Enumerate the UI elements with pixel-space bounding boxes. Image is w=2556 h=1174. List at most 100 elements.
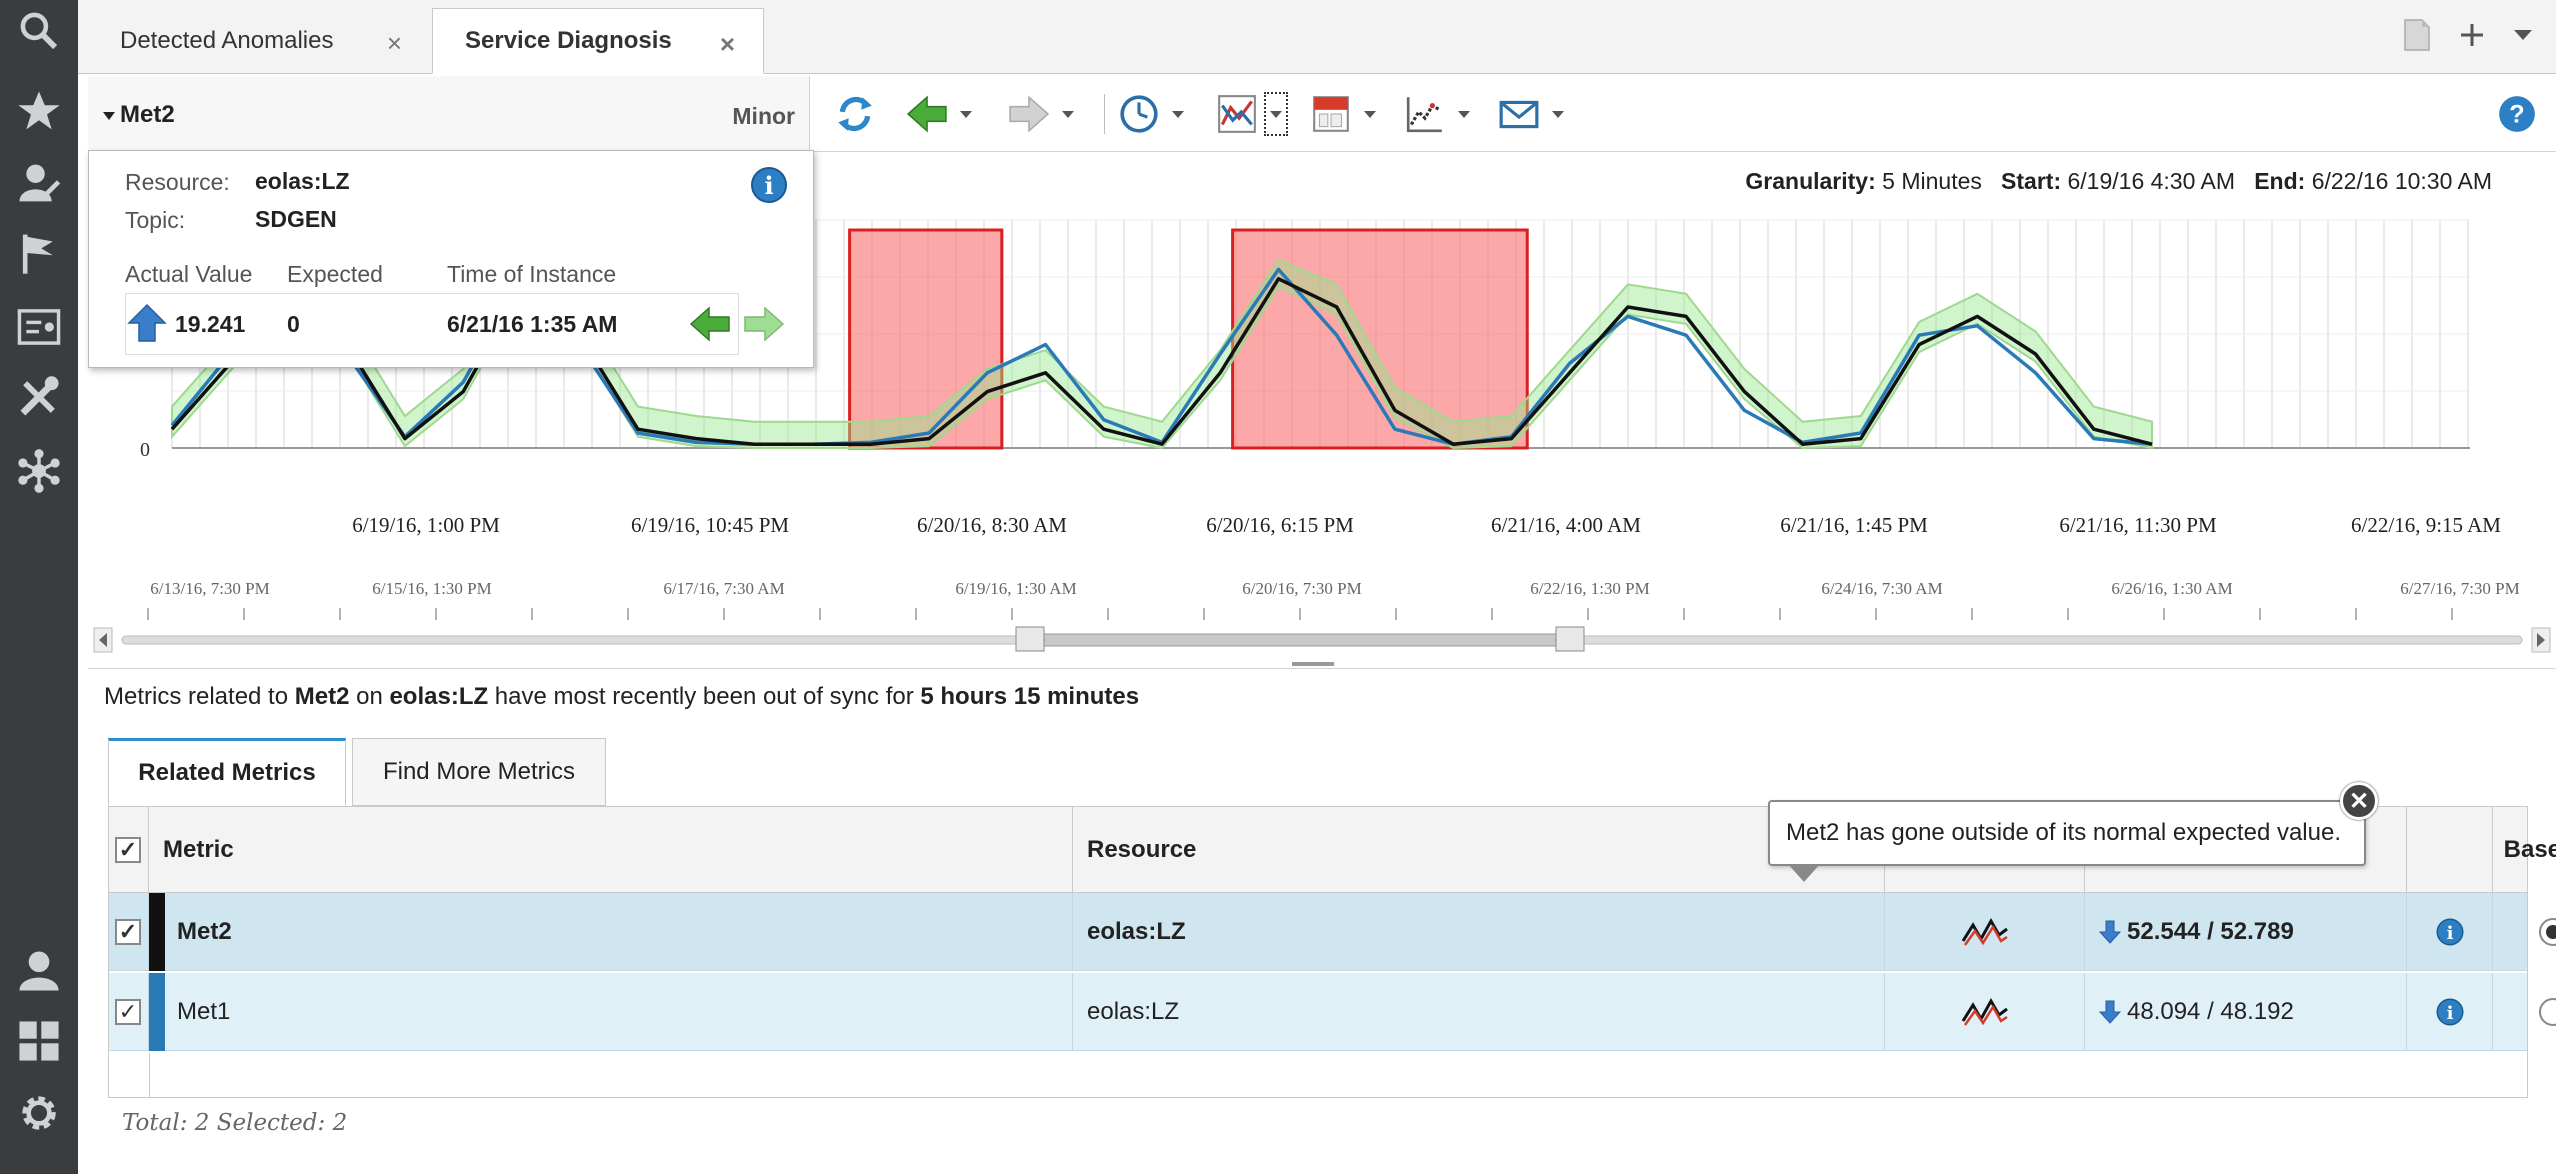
baseline-cell	[2493, 893, 2556, 971]
tab-detected-anomalies[interactable]: Detected Anomalies ×	[78, 8, 430, 74]
baseline-column-header[interactable]: Baseline	[2493, 807, 2556, 893]
sync-text: on	[349, 683, 390, 710]
user-edit-icon[interactable]	[0, 152, 78, 214]
anomaly-sparkline-icon[interactable]	[1961, 915, 2009, 949]
flag-icon[interactable]	[0, 222, 78, 284]
tab-related-metrics[interactable]: Related Metrics	[108, 738, 346, 806]
metric-values: 48.094 / 48.192	[2127, 998, 2294, 1025]
back-button[interactable]	[906, 90, 972, 138]
splitter[interactable]	[88, 668, 2556, 669]
svg-text:i: i	[2446, 1003, 2453, 1024]
tab-strip: Detected Anomalies × Service Diagnosis ×	[78, 0, 2556, 74]
chevron-down-icon[interactable]	[1458, 110, 1470, 118]
baseline-radio[interactable]	[2539, 918, 2556, 946]
export-csv-button[interactable]	[1310, 90, 1376, 138]
dashboard-icon[interactable]	[0, 296, 78, 358]
chevron-down-icon[interactable]	[1062, 110, 1074, 118]
resource-value: eolas:LZ	[255, 168, 350, 194]
table-row[interactable]: ✓ Met2 eolas:LZ 52.544 / 52.789 i	[109, 893, 2556, 971]
tab-label: Service Diagnosis	[465, 27, 672, 54]
tab-label: Detected Anomalies	[120, 27, 334, 54]
close-icon[interactable]: ×	[720, 29, 735, 60]
grid-icon[interactable]	[0, 1010, 78, 1072]
x-tick-label: 6/24/16, 7:30 AM	[1821, 579, 1942, 598]
table-row[interactable]: ✓ Met1 eolas:LZ 48.094 / 48.192 i	[109, 973, 2556, 1051]
anomaly-tooltip: Met2 has gone outside of its normal expe…	[1768, 782, 2378, 882]
row-checkbox[interactable]: ✓	[115, 999, 141, 1025]
metric-header[interactable]: Met2 Minor	[88, 76, 810, 152]
chevron-down-icon[interactable]	[1552, 110, 1564, 118]
x-tick-label: 6/22/16, 9:15 AM	[2351, 513, 2501, 537]
metric-column-header[interactable]: Metric	[149, 807, 1073, 893]
expected-label: Expected	[287, 261, 383, 287]
refresh-button[interactable]	[834, 90, 876, 138]
network-icon[interactable]	[0, 440, 78, 502]
toolbar: Met2 Minor ?	[88, 76, 2556, 152]
severity-label: Minor	[732, 103, 795, 129]
trend-chart-icon	[1406, 97, 1442, 133]
metric-cell: Met1	[149, 973, 1073, 1051]
gear-icon[interactable]	[0, 1082, 78, 1144]
user-icon[interactable]	[0, 940, 78, 1002]
close-icon[interactable]: ×	[387, 28, 402, 59]
chevron-down-icon[interactable]	[1172, 110, 1184, 118]
sparkline-cell	[1885, 973, 2085, 1051]
x-tick-label: 6/20/16, 6:15 PM	[1206, 513, 1354, 537]
forward-button[interactable]	[1008, 90, 1074, 138]
x-tick-label: 6/17/16, 7:30 AM	[663, 579, 784, 598]
previous-instance-icon[interactable]	[689, 305, 731, 349]
search-icon[interactable]	[0, 0, 78, 62]
plus-icon[interactable]	[2458, 21, 2486, 54]
x-tick-label: 6/20/16, 8:30 AM	[917, 513, 1067, 537]
x-tick-label: 6/13/16, 7:30 PM	[150, 579, 270, 598]
chevron-down-icon[interactable]	[960, 110, 972, 118]
baseline-radio[interactable]	[2539, 998, 2556, 1026]
sync-duration: 5 hours 15 minutes	[920, 683, 1140, 710]
splitter-handle[interactable]	[1292, 662, 1334, 666]
info-icon[interactable]: i	[2435, 997, 2465, 1027]
trend-button[interactable]	[1404, 90, 1470, 138]
tools-icon[interactable]	[0, 366, 78, 428]
anomaly-window	[848, 228, 1004, 450]
tooltip-text: Met2 has gone outside of its normal expe…	[1786, 819, 2341, 846]
tab-service-diagnosis[interactable]: Service Diagnosis ×	[432, 8, 764, 74]
metric-values: 52.544 / 52.789	[2127, 918, 2294, 945]
x-tick-label: 6/21/16, 1:45 PM	[1780, 513, 1928, 537]
tab-actions	[2402, 0, 2556, 74]
resource-cell: eolas:LZ	[1073, 893, 1885, 971]
time-range-button[interactable]	[1118, 90, 1184, 138]
metric-cell: Met2	[149, 893, 1073, 971]
metric-title: Met2	[102, 101, 175, 129]
tab-find-more-metrics[interactable]: Find More Metrics	[352, 738, 606, 806]
selected-range[interactable]	[1029, 633, 1571, 647]
time-navigator[interactable]: 6/13/16, 7:30 PM 6/15/16, 1:30 PM 6/17/16,…	[88, 570, 2556, 660]
help-button[interactable]: ?	[2496, 90, 2538, 138]
row-checkbox[interactable]: ✓	[115, 919, 141, 945]
sync-resource: eolas:LZ	[389, 683, 489, 710]
svg-text:i: i	[764, 171, 773, 200]
page-icon[interactable]	[2402, 18, 2432, 57]
info-icon[interactable]: i	[749, 165, 789, 211]
topic-label: Topic:	[125, 207, 186, 233]
info-icon[interactable]: i	[2435, 917, 2465, 947]
range-handle-left[interactable]	[1015, 626, 1045, 652]
email-button[interactable]	[1498, 90, 1564, 138]
select-all-checkbox[interactable]: ✓	[115, 837, 141, 863]
svg-text:?: ?	[2509, 100, 2524, 128]
close-icon[interactable]: ✕	[2340, 782, 2378, 820]
chart-type-button[interactable]	[1216, 90, 1288, 138]
chevron-down-icon[interactable]	[1264, 92, 1288, 136]
resource-column-header[interactable]: Resource	[1073, 807, 1885, 893]
line-chart-icon	[1218, 95, 1256, 133]
range-handle-right[interactable]	[1555, 626, 1585, 652]
next-instance-icon[interactable]	[743, 305, 785, 349]
y-tick-label: 0	[140, 439, 150, 461]
topic-value: SDGEN	[255, 206, 337, 232]
chevron-down-icon[interactable]	[1364, 110, 1376, 118]
row-select-cell: ✓	[109, 973, 149, 1051]
clock-icon	[1120, 95, 1158, 133]
arrow-up-icon	[127, 303, 167, 349]
chevron-down-icon[interactable]	[2512, 27, 2534, 48]
anomaly-sparkline-icon[interactable]	[1961, 995, 2009, 1029]
star-icon[interactable]	[0, 80, 78, 142]
